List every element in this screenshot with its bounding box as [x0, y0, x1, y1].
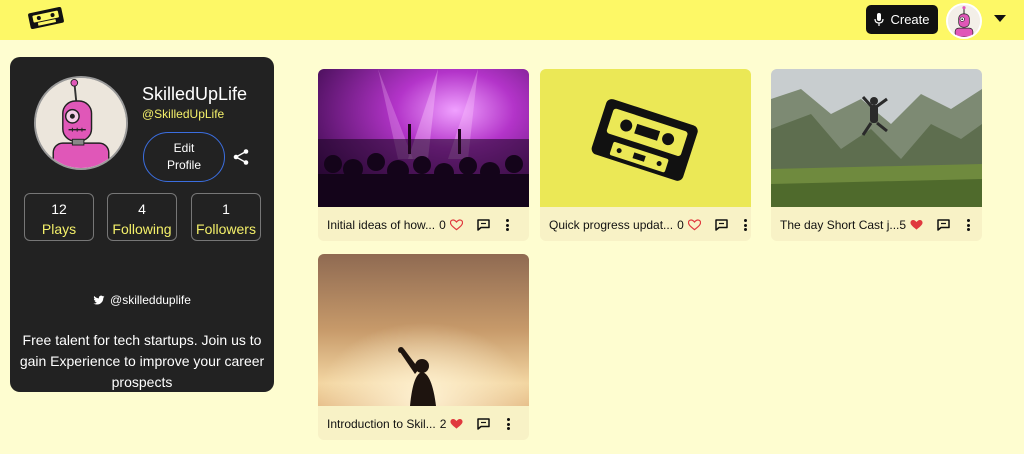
twitter-icon [93, 295, 105, 304]
cast-title[interactable]: Quick progress updat... [549, 218, 673, 232]
like-count: 2 [439, 417, 447, 431]
cast-footer: The day Short Cast j... 5 [771, 209, 982, 241]
profile-bio: Free talent for tech startups. Join us t… [19, 332, 265, 390]
cast-card[interactable]: Initial ideas of how... 0 [318, 69, 529, 241]
stat-number: 12 [51, 201, 67, 217]
stat-following[interactable]: 4 Following [107, 193, 177, 241]
profile-card: SkilledUpLife @SkilledUpLife Edit Profil… [10, 57, 274, 392]
cast-thumbnail[interactable] [318, 254, 529, 406]
top-bar: Create [0, 0, 1024, 40]
cast-title[interactable]: Introduction to Skil... [327, 417, 436, 431]
heart-filled-icon[interactable] [450, 418, 463, 430]
share-icon[interactable] [232, 148, 250, 166]
stat-followers[interactable]: 1 Followers [191, 193, 261, 241]
heart-outline-icon[interactable] [449, 219, 463, 231]
profile-avatar [34, 76, 128, 170]
cast-title[interactable]: The day Short Cast j... [780, 218, 899, 232]
more-options-icon[interactable] [506, 418, 510, 430]
more-options-icon[interactable] [506, 219, 510, 231]
cast-thumbnail[interactable] [540, 69, 751, 207]
robot-avatar-icon [36, 78, 126, 168]
more-options-icon[interactable] [744, 219, 748, 231]
cast-card[interactable]: Introduction to Skil... 2 [318, 254, 529, 440]
cast-thumbnail[interactable] [771, 69, 982, 207]
cast-footer: Introduction to Skil... 2 [318, 408, 529, 440]
cassette-logo-icon[interactable] [26, 6, 66, 30]
stat-number: 4 [138, 201, 146, 217]
comment-icon[interactable] [715, 219, 728, 231]
cast-footer: Quick progress updat... 0 [540, 209, 751, 241]
profile-handle[interactable]: @SkilledUpLife [142, 107, 224, 121]
heart-outline-icon[interactable] [687, 219, 701, 231]
like-count: 5 [899, 218, 907, 232]
cast-thumbnail[interactable] [318, 69, 529, 207]
robot-avatar-icon [948, 5, 980, 37]
comment-icon[interactable] [477, 219, 490, 231]
stat-label: Following [112, 221, 172, 237]
edit-profile-button[interactable]: Edit Profile [143, 132, 225, 182]
more-options-icon[interactable] [966, 219, 970, 231]
stat-plays[interactable]: 12 Plays [24, 193, 94, 241]
stat-number: 1 [222, 201, 230, 217]
stat-label: Followers [196, 221, 256, 237]
like-count: 0 [677, 218, 684, 232]
twitter-link[interactable]: @skilledduplife [10, 293, 274, 307]
cast-card[interactable]: The day Short Cast j... 5 [771, 69, 982, 241]
cast-footer: Initial ideas of how... 0 [318, 209, 529, 241]
cast-card[interactable]: Quick progress updat... 0 [540, 69, 751, 241]
comment-icon[interactable] [937, 219, 950, 231]
profile-name: SkilledUpLife [142, 84, 248, 104]
microphone-icon [874, 13, 885, 26]
heart-filled-icon[interactable] [910, 219, 923, 231]
cast-title[interactable]: Initial ideas of how... [327, 218, 435, 232]
user-avatar[interactable] [946, 3, 982, 39]
comment-icon[interactable] [477, 418, 491, 430]
twitter-handle: @skilledduplife [110, 293, 191, 307]
create-label: Create [890, 12, 930, 27]
like-count: 0 [439, 218, 446, 232]
create-button[interactable]: Create [866, 5, 938, 34]
chevron-down-icon[interactable] [994, 15, 1006, 22]
stat-label: Plays [41, 221, 77, 237]
